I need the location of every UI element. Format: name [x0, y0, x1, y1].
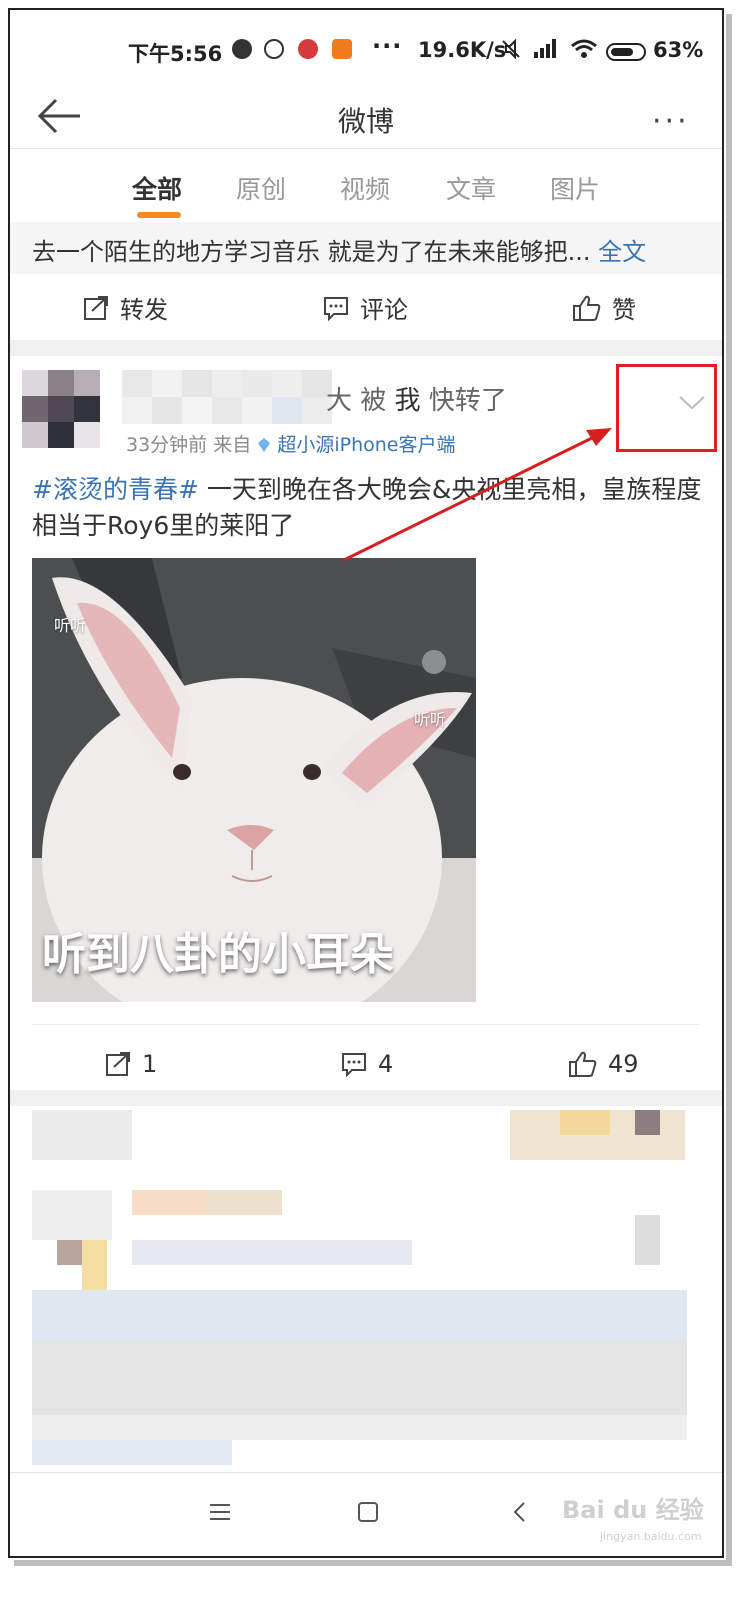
annotation-arrow [343, 428, 612, 562]
